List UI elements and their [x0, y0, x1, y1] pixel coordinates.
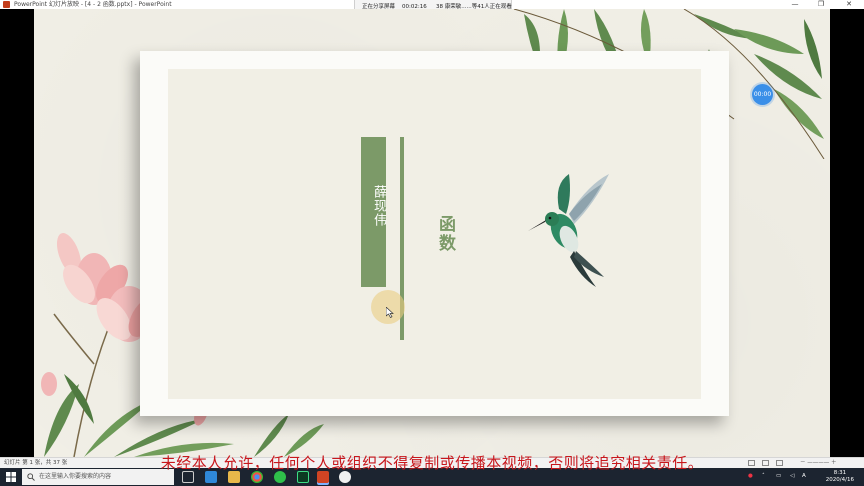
slide-title: 函数: [435, 215, 455, 253]
author-name: 薛现伟: [371, 185, 386, 227]
copyright-watermark: 未经本人允许，任何个人或组织不得复制或传播本视频，否则将追究相关责任。: [160, 454, 704, 472]
hummingbird-illustration: [528, 174, 609, 287]
maximize-button[interactable]: ❐: [810, 0, 832, 9]
slide-canvas[interactable]: 薛现伟 函数 00:00: [34, 9, 830, 457]
close-button[interactable]: ✕: [838, 0, 860, 9]
floating-timer-button[interactable]: 00:00: [752, 84, 773, 105]
powerpoint-icon: [3, 1, 10, 8]
clock-date: 2020/4/16: [825, 477, 854, 483]
mouse-pointer-icon: [386, 307, 394, 318]
tray-arrow-icon[interactable]: ˄: [762, 473, 765, 479]
network-icon[interactable]: ▭: [776, 473, 781, 479]
volume-icon[interactable]: ◁: [790, 473, 794, 479]
windows-start-icon[interactable]: [6, 472, 16, 482]
search-icon: [27, 473, 35, 481]
window-title: PowerPoint 幻灯片放映 - [4 - 2 函数.pptx] - Pow…: [14, 1, 172, 8]
tray-app-icon[interactable]: ●: [748, 473, 753, 479]
minimize-button[interactable]: —: [784, 0, 806, 9]
ime-indicator[interactable]: A: [802, 473, 806, 479]
